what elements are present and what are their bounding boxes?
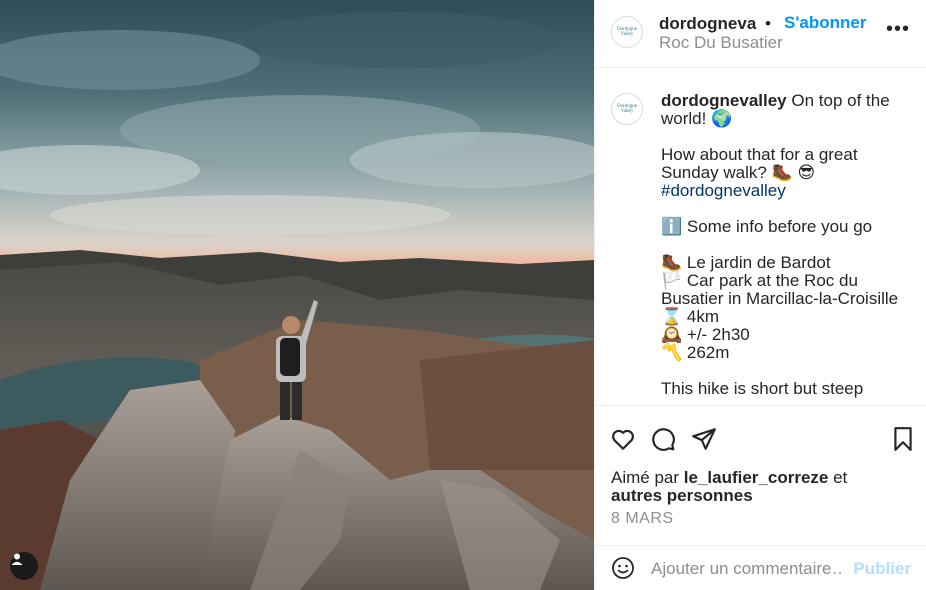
user-tag-icon[interactable] <box>10 552 38 580</box>
caption-avatar[interactable]: Dordogne Valley <box>611 93 643 125</box>
caption-item-1: 🥾 Le jardin de Bardot <box>661 253 831 272</box>
caption-item-5: 〽️ 262m <box>661 343 730 362</box>
liked-by-user-link[interactable]: le_laufier_correze <box>684 468 829 487</box>
comment-icon[interactable] <box>650 426 676 452</box>
caption-item-6: This hike is short but steep <box>661 379 864 398</box>
emoji-icon[interactable] <box>611 556 635 580</box>
others-link[interactable]: autres personnes <box>611 486 753 505</box>
hashtag-link[interactable]: #dordognevalley <box>661 182 915 200</box>
liked-by-suffix: et <box>833 468 848 487</box>
post-photo[interactable] <box>0 0 594 590</box>
more-options-icon[interactable]: ••• <box>886 18 910 41</box>
follow-button[interactable]: S'abonner <box>784 13 866 33</box>
liked-by-prefix: Aimé par <box>611 468 680 487</box>
liked-by-text: Aimé par le_laufier_correze et autres pe… <box>611 469 911 505</box>
landscape-photo <box>0 0 594 590</box>
share-icon[interactable] <box>691 426 717 452</box>
post-header: Dordogne Valley dordogneva • S'abonner R… <box>595 0 926 68</box>
avatar[interactable]: Dordogne Valley <box>611 16 643 48</box>
post-date[interactable]: 8 MARS <box>611 510 674 528</box>
post-sidebar: Dordogne Valley dordogneva • S'abonner R… <box>594 0 926 590</box>
caption-avatar-logo: Dordogne Valley <box>617 104 637 114</box>
avatar-logo: Dordogne Valley <box>617 27 637 37</box>
caption-username[interactable]: dordognevalley <box>661 91 787 110</box>
caption-item-2: 🏳️ Car park at the Roc du Busatier in Ma… <box>661 271 899 308</box>
caption-info: ℹ️ Some info before you go <box>661 217 873 236</box>
caption-item-3: ⌛ 4km <box>661 307 720 326</box>
separator-dot: • <box>765 14 771 33</box>
header-username[interactable]: dordogneva <box>659 14 756 34</box>
publish-button[interactable]: Publier <box>853 559 911 579</box>
caption-text: dordognevalley On top of the world! 🌍 Ho… <box>661 92 915 398</box>
bookmark-icon[interactable] <box>890 426 916 452</box>
caption-area: Dordogne Valley dordognevalley On top of… <box>595 69 926 405</box>
caption-line-2: How about that for a great Sunday walk? … <box>661 145 858 182</box>
post-actions: Aimé par le_laufier_correze et autres pe… <box>595 405 926 565</box>
comment-input[interactable] <box>651 556 841 582</box>
add-comment-bar: Publier <box>595 545 926 590</box>
caption-item-4: 🕰️ +/- 2h30 <box>661 325 750 344</box>
location-link[interactable]: Roc Du Busatier <box>659 33 783 53</box>
heart-icon[interactable] <box>610 426 636 452</box>
